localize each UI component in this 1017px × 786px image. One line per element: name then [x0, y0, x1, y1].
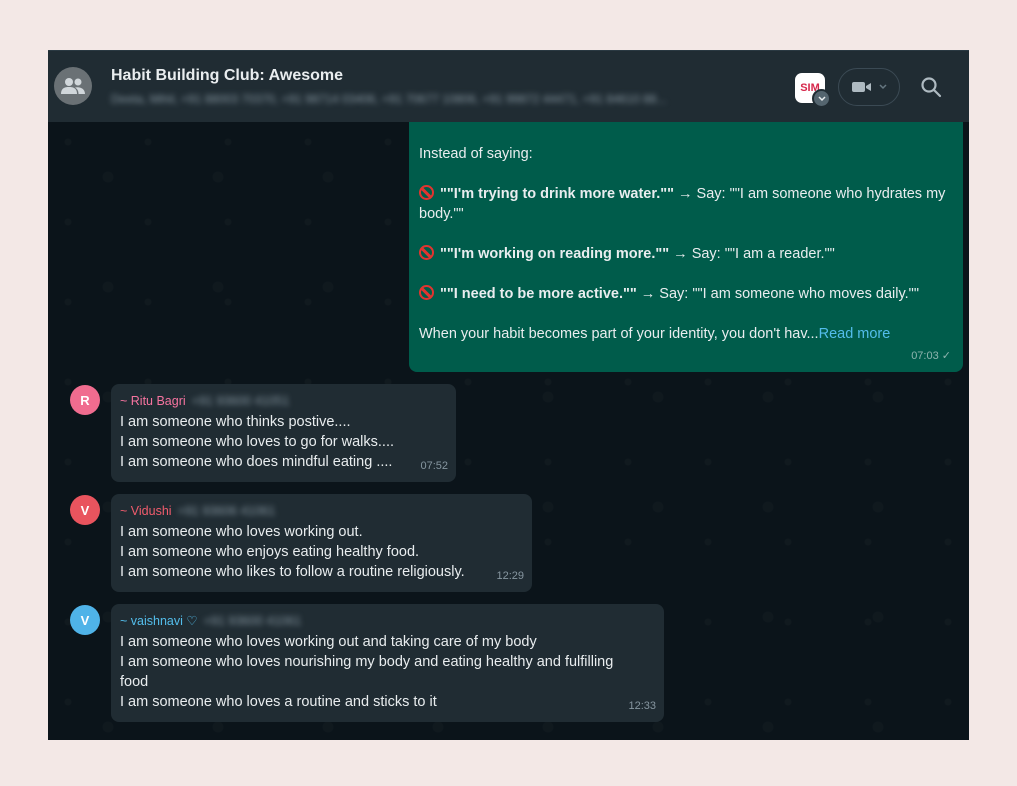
message-text: I am someone who likes to follow a routi…	[120, 564, 465, 580]
message-text: food	[120, 674, 149, 690]
chat-title[interactable]: Habit Building Club: Awesome	[111, 67, 343, 85]
message-text: ""I need to be more active."" → Say: ""I…	[419, 284, 953, 304]
message-text: I am someone who loves working out.	[120, 524, 363, 540]
whatsapp-window: Habit Building Club: Awesome Deeta, Mihi…	[48, 50, 969, 740]
message-text: I am someone who loves a routine and sti…	[120, 694, 437, 710]
message-text: When your habit becomes part of your ide…	[419, 326, 891, 342]
prohibited-icon	[419, 285, 434, 300]
message-text: I am someone who thinks postive....	[120, 414, 351, 430]
video-camera-icon	[852, 82, 871, 92]
message-text: I am someone who enjoys eating healthy f…	[120, 544, 420, 560]
sender-name[interactable]: ~ Vidushi +91 93606 41061	[120, 502, 523, 520]
message-timestamp: 12:33	[628, 700, 656, 712]
read-more-link[interactable]: Read more	[819, 326, 891, 342]
sender-avatar[interactable]: R	[70, 385, 100, 415]
incoming-message[interactable]: ~ Vidushi +91 93606 41061 I am someone wh…	[111, 494, 532, 592]
sent-check-icon: ✓	[941, 350, 951, 362]
chat-header[interactable]: Habit Building Club: Awesome Deeta, Mihi…	[48, 50, 969, 122]
message-timestamp: 07:52	[420, 460, 448, 472]
message-text: I am someone who loves nourishing my bod…	[120, 654, 614, 670]
search-icon[interactable]	[920, 76, 942, 98]
group-icon	[61, 78, 85, 94]
prohibited-icon	[419, 185, 434, 200]
video-call-button[interactable]	[838, 68, 900, 106]
sender-avatar[interactable]: V	[70, 605, 100, 635]
chevron-down-icon	[812, 89, 831, 108]
sender-name[interactable]: ~ vaishnavi ♡ +91 93600 41061	[120, 612, 655, 630]
message-text: ""I'm working on reading more."" → Say: …	[419, 244, 953, 264]
message-timestamp: 07:03 ✓	[911, 350, 951, 362]
message-text: I am someone who loves working out and t…	[120, 634, 537, 650]
message-text: I am someone who loves to go for walks..…	[120, 434, 395, 450]
outgoing-message[interactable]: Instead of saying: ""I'm trying to drink…	[409, 122, 963, 372]
message-text: I am someone who does mindful eating ...…	[120, 454, 393, 470]
message-list[interactable]: Instead of saying: ""I'm trying to drink…	[48, 122, 969, 740]
sender-avatar[interactable]: V	[70, 495, 100, 525]
chevron-down-icon	[879, 84, 887, 90]
group-avatar[interactable]	[54, 67, 92, 105]
prohibited-icon	[419, 245, 434, 260]
participants-list[interactable]: Deeta, Mihil, +91 88003 70370, +91 98714…	[111, 92, 771, 106]
message-text: ""I'm trying to drink more water."" → Sa…	[419, 185, 946, 222]
message-timestamp: 12:29	[496, 570, 524, 582]
incoming-message[interactable]: ~ Ritu Bagri +91 93600 41051 I am someone…	[111, 384, 456, 482]
incoming-message[interactable]: ~ vaishnavi ♡ +91 93600 41061 I am someon…	[111, 604, 664, 722]
message-text: Instead of saying:	[419, 146, 533, 162]
sender-name[interactable]: ~ Ritu Bagri +91 93600 41051	[120, 392, 447, 410]
